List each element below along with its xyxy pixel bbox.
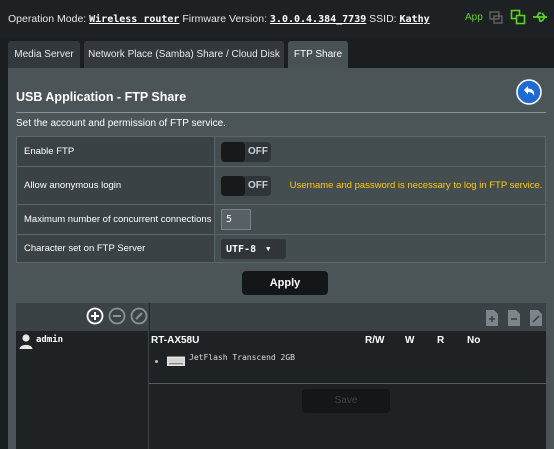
firmware-link[interactable]: 3.0.0.4.384_7739 <box>270 14 366 25</box>
col-read: R <box>437 335 445 346</box>
ftp-settings-table: Enable FTP OFF Allow anonymous login OFF… <box>16 136 546 263</box>
col-write: W <box>405 335 415 346</box>
tab-samba-share[interactable]: Network Place (Samba) Share / Cloud Disk <box>84 41 284 68</box>
account-admin[interactable]: admin <box>36 335 63 345</box>
delete-folder-icon[interactable] <box>505 309 523 327</box>
col-read-write: R/W <box>365 335 385 346</box>
anonymous-login-state: OFF <box>248 179 268 191</box>
account-toolbar <box>16 303 546 331</box>
tab-ftp-share[interactable]: FTP Share <box>288 41 348 68</box>
max-connections-input[interactable]: 5 <box>221 209 251 230</box>
enable-ftp-state: OFF <box>248 145 268 157</box>
back-arrow-icon[interactable] <box>516 79 542 105</box>
app-link[interactable]: App <box>465 12 483 23</box>
operation-mode-label: Operation Mode: <box>8 13 87 25</box>
anonymous-login-row: Allow anonymous login OFF Username and p… <box>16 166 546 205</box>
device-name: RT-AX58U <box>151 335 200 346</box>
toolbar-divider <box>149 303 150 331</box>
account-list: admin <box>16 331 149 449</box>
add-account-icon[interactable] <box>86 307 104 325</box>
page-title: USB Application - FTP Share <box>16 90 187 104</box>
page-description: Set the account and permission of FTP se… <box>16 118 226 129</box>
client-status-icon[interactable] <box>510 9 526 25</box>
col-no-access: No <box>467 335 481 346</box>
apply-button[interactable]: Apply <box>242 271 328 295</box>
edit-account-icon[interactable] <box>130 307 148 325</box>
ssid-link[interactable]: Kathy <box>400 14 430 25</box>
charset-value: UTF-8 <box>226 243 257 255</box>
row-divider <box>149 383 546 384</box>
user-icon <box>19 334 33 349</box>
usb-icon[interactable] <box>532 9 548 25</box>
add-folder-icon[interactable] <box>483 309 501 327</box>
operation-mode-link[interactable]: Wireless router <box>89 14 179 25</box>
delete-account-icon[interactable] <box>108 307 126 325</box>
max-connections-row: Maximum number of concurrent connections… <box>16 204 546 235</box>
edit-folder-icon[interactable] <box>527 309 545 327</box>
usb-device-icon[interactable] <box>488 9 504 25</box>
charset-select[interactable]: UTF-8 ▼ <box>221 238 286 259</box>
charset-row: Character set on FTP Server UTF-8 ▼ <box>16 234 546 263</box>
drive-name[interactable]: JetFlash Transcend 2GB <box>189 353 295 362</box>
permission-area: RT-AX58U R/W W R No JetFlash Transcend 2… <box>149 331 546 449</box>
save-button[interactable]: Save <box>302 389 390 413</box>
anonymous-login-label: Allow anonymous login <box>16 166 215 205</box>
header-divider <box>16 112 546 113</box>
enable-ftp-label: Enable FTP <box>16 136 215 167</box>
drive-icon <box>167 356 185 366</box>
ssid-label: SSID: <box>369 13 397 25</box>
anonymous-login-toggle[interactable]: OFF <box>221 175 271 196</box>
firmware-label: Firmware Version: <box>182 13 267 25</box>
max-connections-label: Maximum number of concurrent connections <box>16 204 215 235</box>
drive-expand-dot[interactable] <box>155 360 158 363</box>
enable-ftp-toggle[interactable]: OFF <box>221 141 271 162</box>
status-line: Operation Mode: Wireless router Firmware… <box>8 13 430 25</box>
panel-header: USB Application - FTP Share <box>8 68 554 112</box>
top-status-bar: Operation Mode: Wireless router Firmware… <box>0 0 554 38</box>
tab-media-server[interactable]: Media Server <box>8 41 80 68</box>
charset-label: Character set on FTP Server <box>16 234 215 263</box>
anonymous-login-note: Username and password is necessary to lo… <box>289 180 543 191</box>
ftp-share-panel: USB Application - FTP Share Set the acco… <box>8 68 554 449</box>
enable-ftp-row: Enable FTP OFF <box>16 136 546 167</box>
account-permission-table: admin RT-AX58U R/W W R No JetFlash Trans… <box>16 303 546 449</box>
chevron-down-icon: ▼ <box>266 244 271 253</box>
